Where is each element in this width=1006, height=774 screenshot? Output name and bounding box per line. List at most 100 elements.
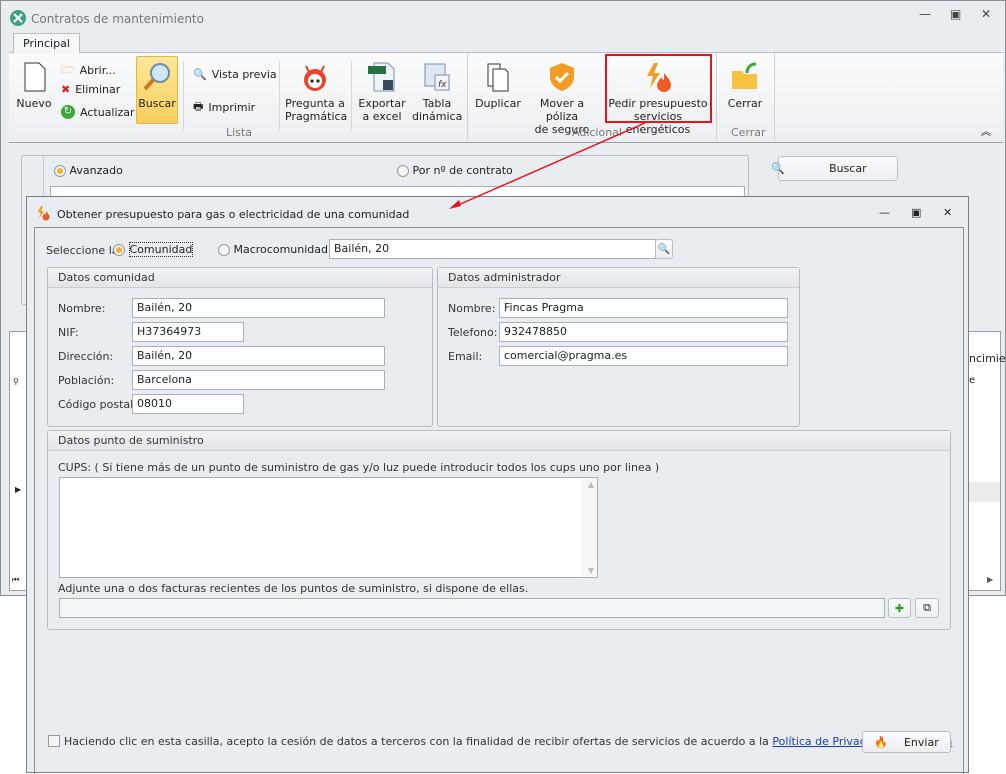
eliminar-button[interactable]: ✖ Eliminar [61,83,120,96]
radio-avanzado[interactable]: Avanzado [54,164,123,177]
radio-icon [113,244,125,256]
datos-comunidad-header: Datos comunidad [48,268,432,288]
exportar-label-2: a excel [362,110,402,123]
group-cerrar-label: Cerrar [731,126,766,139]
tabla-label-1: Tabla [422,97,452,110]
collapse-ribbon-button[interactable]: ︽ [981,123,991,138]
dialog-close-button[interactable]: ✕ [943,206,952,219]
radio-icon [54,165,66,177]
telefono-input[interactable]: 932478850 [499,322,788,342]
magnifier-icon: 🔍 [771,162,786,175]
scroll-right-button[interactable]: ▶ [987,575,993,584]
grid-row-indicator-column: ⚲ ▶ ⏮ [9,331,27,591]
direccion-input[interactable]: Bailén, 20 [132,346,385,366]
energy-fire-icon [37,206,50,221]
cerrar-button[interactable]: Cerrar [723,61,767,110]
grid-cell: e [969,375,976,386]
radio-macrocomunidad[interactable]: Macrocomunidad [218,243,328,256]
cups-scrollbar[interactable] [581,478,597,577]
codigo-postal-label: Código postal: [58,398,137,411]
first-record-button[interactable]: ⏮ [12,575,19,585]
abrir-label: Abrir... [79,64,116,77]
poblacion-input[interactable]: Barcelona [132,370,385,390]
svg-text:fx: fx [438,80,447,90]
radio-icon [218,244,230,256]
cerrar-label: Cerrar [727,97,763,110]
tabla-label-2: dinámica [412,110,463,123]
duplicar-button[interactable]: Duplicar [475,61,521,110]
pregunta-label-1: Pregunta a [285,97,345,110]
scroll-up-icon: ▲ [587,480,594,489]
admin-nombre-input[interactable]: Fincas Pragma [499,298,788,318]
telefono-label: Telefono: [448,326,498,339]
copy-attachment-button[interactable]: ⧉ [915,598,939,618]
ribbon: Nuevo 🗁 Abrir... ✖ Eliminar ↻ Actualizar Bu… [9,53,1003,143]
adjunte-label: Adjunte una o dos facturas recientes de … [58,582,529,595]
search-buscar-button[interactable]: 🔍 Buscar [771,156,898,181]
nif-input[interactable]: H37364973 [132,322,244,342]
email-input[interactable]: comercial@pragma.es [499,346,788,366]
delete-x-icon: ✖ [61,83,71,96]
pregunta-button[interactable]: Pregunta a Pragmática [285,61,348,123]
dialog-minimize-button[interactable]: — [879,206,890,219]
dialog-restore-button[interactable]: ▣ [911,206,921,219]
datos-suministro-header: Datos punto de suministro [48,431,950,451]
imprimir-button[interactable]: 🖶 Imprimir [193,98,255,117]
restore-button[interactable]: ▣ [950,7,961,21]
actualizar-button[interactable]: ↻ Actualizar [61,105,135,119]
codigo-postal-input[interactable]: 08010 [132,394,244,414]
cups-textarea[interactable]: ▲ ▼ [59,477,598,578]
printer-icon: 🖶 [193,100,204,113]
direccion-label: Dirección: [58,350,114,363]
vista-previa-label: Vista previa [211,68,277,81]
current-row-arrow-icon: ▶ [15,485,22,494]
close-button[interactable]: ✕ [981,7,991,21]
pivot-table-icon: fx [424,63,450,91]
abrir-button[interactable]: 🗁 Abrir... [61,61,116,80]
highlight-box-annotation [605,54,712,123]
shield-check-icon [550,63,574,91]
admin-nombre-label: Nombre: [448,302,496,315]
attachment-input[interactable] [59,598,885,618]
vista-previa-button[interactable]: 🔍 Vista previa [193,68,277,81]
datos-administrador-group: Datos administrador Nombre: Fincas Pragm… [437,267,800,427]
duplicar-label: Duplicar [475,97,521,110]
exportar-excel-button[interactable]: Exportar a excel [357,61,407,123]
eliminar-label: Eliminar [75,83,121,96]
window-title: Contratos de mantenimiento [31,12,204,26]
magnifier-icon: 🔍 [657,243,671,255]
radio-por-numero[interactable]: Por nº de contrato [397,164,513,177]
actualizar-label: Actualizar [80,105,135,119]
comunidad-search-button[interactable]: 🔍 [655,239,673,259]
group-adicional-label: Adicional [572,126,622,139]
robot-icon [304,65,326,91]
filter-row-icon: ⚲ [13,377,19,386]
mover-poliza-button[interactable]: Mover a póliza de seguro [524,61,600,136]
comunidad-nombre-input[interactable]: Bailén, 20 [132,298,385,318]
radio-comunidad[interactable]: Comunidad [113,242,194,257]
cups-label: CUPS: ( Si tiene más de un punto de sumi… [58,461,660,474]
consent-checkbox[interactable] [48,735,60,747]
buscar-button[interactable]: Buscar [136,56,178,124]
comunidad-search-input[interactable]: Bailén, 20 [329,239,656,259]
por-numero-label: Por nº de contrato [412,164,513,177]
tabla-dinamica-button[interactable]: fx Tabla dinámica [412,61,462,123]
duplicate-icon [487,63,509,92]
buscar-label: Buscar [138,97,176,110]
excel-export-icon [368,62,395,92]
nuevo-button[interactable]: Nuevo [15,61,53,110]
dialog-title: Obtener presupuesto para gas o electrici… [57,208,410,221]
magnifier-icon [143,63,170,91]
scroll-down-icon: ▼ [587,566,594,575]
poblacion-label: Población: [58,374,115,387]
add-attachment-button[interactable]: ✚ [888,598,911,618]
tab-principal[interactable]: Principal [13,33,80,54]
nombre-label: Nombre: [58,302,106,315]
folder-icon: 🗁 [61,63,75,76]
pregunta-label-2: Pragmática [285,110,348,123]
imprimir-label: Imprimir [208,101,256,114]
grid-column-header: ncimie [969,352,1006,365]
minimize-button[interactable]: — [919,7,931,21]
group-lista-label: Lista [226,126,252,139]
enviar-button[interactable]: 🔥 Enviar [862,731,951,753]
